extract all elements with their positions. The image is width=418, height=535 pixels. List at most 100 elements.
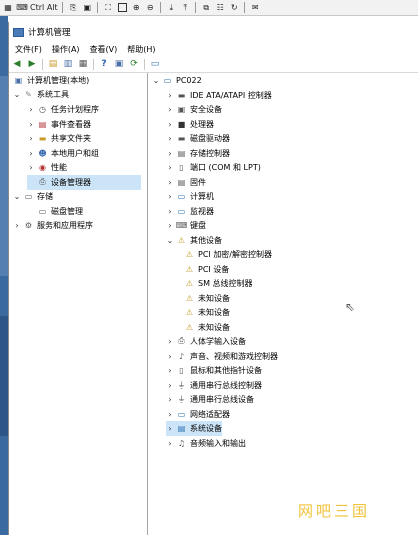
- expand-icon[interactable]: ›: [166, 207, 174, 216]
- tree-item-shared-folders[interactable]: › ▬ 共享文件夹: [27, 131, 91, 146]
- expand-icon[interactable]: ›: [166, 410, 174, 419]
- monitor-icon[interactable]: ▭: [149, 58, 161, 70]
- device-category[interactable]: › ▣ 安全设备: [166, 102, 222, 117]
- upload-icon[interactable]: ⤒: [179, 2, 191, 14]
- expand-icon[interactable]: ›: [27, 105, 35, 114]
- download-icon[interactable]: ⤓: [165, 2, 177, 14]
- device-category[interactable]: › ▬ IDE ATA/ATAPI 控制器: [166, 88, 271, 103]
- image-icon[interactable]: ▣: [81, 2, 93, 14]
- expand-icon[interactable]: ›: [166, 395, 174, 404]
- window-titlebar[interactable]: 计算机管理: [9, 22, 418, 42]
- zoom-out-icon[interactable]: ⊖: [144, 2, 156, 14]
- device-category[interactable]: › ⏚ 通用串行总线控制器: [166, 378, 262, 393]
- expand-icon[interactable]: ›: [166, 221, 174, 230]
- screenshot-icon[interactable]: ⧉: [200, 2, 212, 14]
- menu-help[interactable]: 帮助(H): [127, 44, 155, 55]
- device-category[interactable]: › ♪ 声音、视频和游戏控制器: [166, 349, 278, 364]
- tree-item-local-users[interactable]: › ☻ 本地用户和组: [27, 146, 99, 161]
- collapse-icon[interactable]: ⌄: [13, 192, 21, 201]
- fit-screen-icon[interactable]: ⛶: [102, 2, 114, 14]
- unknown-device-item[interactable]: ⚠ PCI 加密/解密控制器: [182, 247, 272, 262]
- expand-icon[interactable]: ›: [166, 337, 174, 346]
- device-category[interactable]: › ■ 处理器: [166, 117, 214, 132]
- unknown-device-item[interactable]: ⚠ SM 总线控制器: [182, 276, 253, 291]
- menu-view[interactable]: 查看(V): [90, 44, 118, 55]
- zoom-in-icon[interactable]: ⊕: [130, 2, 142, 14]
- device-category[interactable]: › ▤ 系统设备: [166, 421, 222, 436]
- show-hide-tree-icon[interactable]: ▥: [62, 58, 74, 70]
- tree-item-root[interactable]: ▣ 计算机管理(本地): [11, 73, 90, 88]
- device-category[interactable]: › ▬ 磁盘驱动器: [166, 131, 230, 146]
- ctrl-key-button[interactable]: Ctrl: [30, 2, 44, 14]
- device-category[interactable]: › ▯ 鼠标和其他指针设备: [166, 363, 262, 378]
- device-category[interactable]: › ♫ 音频输入和输出: [166, 436, 246, 451]
- speaker-icon: ♪: [178, 351, 185, 361]
- expand-icon[interactable]: ›: [166, 120, 174, 129]
- expand-icon[interactable]: ›: [27, 120, 35, 129]
- tree-item-performance[interactable]: › ◉ 性能: [27, 160, 67, 175]
- collapse-icon[interactable]: ⌄: [13, 90, 21, 99]
- tree-item-device-manager[interactable]: ⎙ 设备管理器: [27, 175, 141, 190]
- keyboard-icon[interactable]: ⌨: [16, 2, 28, 14]
- expand-icon[interactable]: ›: [13, 221, 21, 230]
- device-tree-root[interactable]: ⌄ ▭ PC022: [152, 73, 202, 88]
- expand-icon[interactable]: ›: [166, 424, 174, 433]
- expand-icon[interactable]: ›: [27, 149, 35, 158]
- collapse-icon[interactable]: ⌄: [152, 76, 160, 85]
- pane-icon[interactable]: ▣: [113, 58, 125, 70]
- back-icon[interactable]: ◀: [11, 58, 23, 70]
- copy-icon[interactable]: ⎘: [67, 2, 79, 14]
- expand-icon[interactable]: ›: [166, 134, 174, 143]
- expand-icon[interactable]: ›: [166, 381, 174, 390]
- console-tree: ▣ 计算机管理(本地) ⌄ ✎ 系统工具 › ◷ 任务计划程序 › ▤ 事件查看…: [9, 73, 148, 535]
- device-category[interactable]: › ⏚ 通用串行总线设备: [166, 392, 254, 407]
- expand-icon[interactable]: ›: [166, 366, 174, 375]
- expand-icon[interactable]: ›: [166, 163, 174, 172]
- tree-item-system-tools[interactable]: ⌄ ✎ 系统工具: [13, 87, 69, 102]
- help-icon[interactable]: ?: [98, 58, 110, 70]
- device-category-other[interactable]: ⌄ ⚠ 其他设备: [166, 233, 222, 248]
- expand-icon[interactable]: ›: [166, 178, 174, 187]
- device-category[interactable]: › ⌨ 键盘: [166, 218, 206, 233]
- up-folder-icon[interactable]: ▤: [47, 58, 59, 70]
- device-category[interactable]: › ▭ 计算机: [166, 189, 214, 204]
- forward-icon[interactable]: ▶: [26, 58, 38, 70]
- tree-item-disk-management[interactable]: ▭ 磁盘管理: [27, 204, 83, 219]
- unknown-device-item[interactable]: ⚠ PCI 设备: [182, 262, 229, 277]
- device-category[interactable]: › ⎙ 人体学输入设备: [166, 334, 246, 349]
- device-category[interactable]: › ▭ 网络适配器: [166, 407, 230, 422]
- device-category[interactable]: › ▯ 端口 (COM 和 LPT): [166, 160, 260, 175]
- expand-icon[interactable]: ›: [166, 439, 174, 448]
- expand-icon[interactable]: ›: [166, 91, 174, 100]
- expand-icon[interactable]: ›: [27, 134, 35, 143]
- actual-size-icon[interactable]: [116, 2, 128, 14]
- device-category[interactable]: › ▤ 固件: [166, 175, 206, 190]
- alt-key-button[interactable]: Alt: [46, 2, 58, 14]
- unknown-device-item[interactable]: ⚠ 未知设备: [182, 291, 230, 306]
- tree-item-task-scheduler[interactable]: › ◷ 任务计划程序: [27, 102, 99, 117]
- expand-icon[interactable]: ›: [166, 352, 174, 361]
- scan-hardware-icon[interactable]: ⟳: [128, 58, 140, 70]
- expand-icon[interactable]: ›: [166, 105, 174, 114]
- toolbar-separator: [97, 2, 99, 13]
- settings-icon[interactable]: ☷: [214, 2, 226, 14]
- properties-icon[interactable]: ▦: [77, 58, 89, 70]
- port-icon: ▯: [179, 162, 184, 172]
- refresh-icon[interactable]: ↻: [228, 2, 240, 14]
- processor-icon: ■: [177, 119, 186, 129]
- expand-icon[interactable]: ›: [27, 163, 35, 172]
- unknown-device-item[interactable]: ⚠ 未知设备: [182, 320, 230, 335]
- grid-icon[interactable]: ▦: [2, 2, 14, 14]
- unknown-device-item[interactable]: ⚠ 未知设备: [182, 305, 230, 320]
- menu-action[interactable]: 操作(A): [52, 44, 80, 55]
- collapse-icon[interactable]: ⌄: [166, 236, 174, 245]
- tree-item-services-apps[interactable]: › ⚙ 服务和应用程序: [13, 218, 93, 233]
- device-category[interactable]: › ▤ 存储控制器: [166, 146, 230, 161]
- message-icon[interactable]: ✉: [249, 2, 261, 14]
- expand-icon[interactable]: ›: [166, 192, 174, 201]
- menu-file[interactable]: 文件(F): [15, 44, 42, 55]
- expand-icon[interactable]: ›: [166, 149, 174, 158]
- tree-item-storage[interactable]: ⌄ ▭ 存储: [13, 189, 53, 204]
- device-category[interactable]: › ▭ 监视器: [166, 204, 214, 219]
- tree-item-event-viewer[interactable]: › ▤ 事件查看器: [27, 117, 91, 132]
